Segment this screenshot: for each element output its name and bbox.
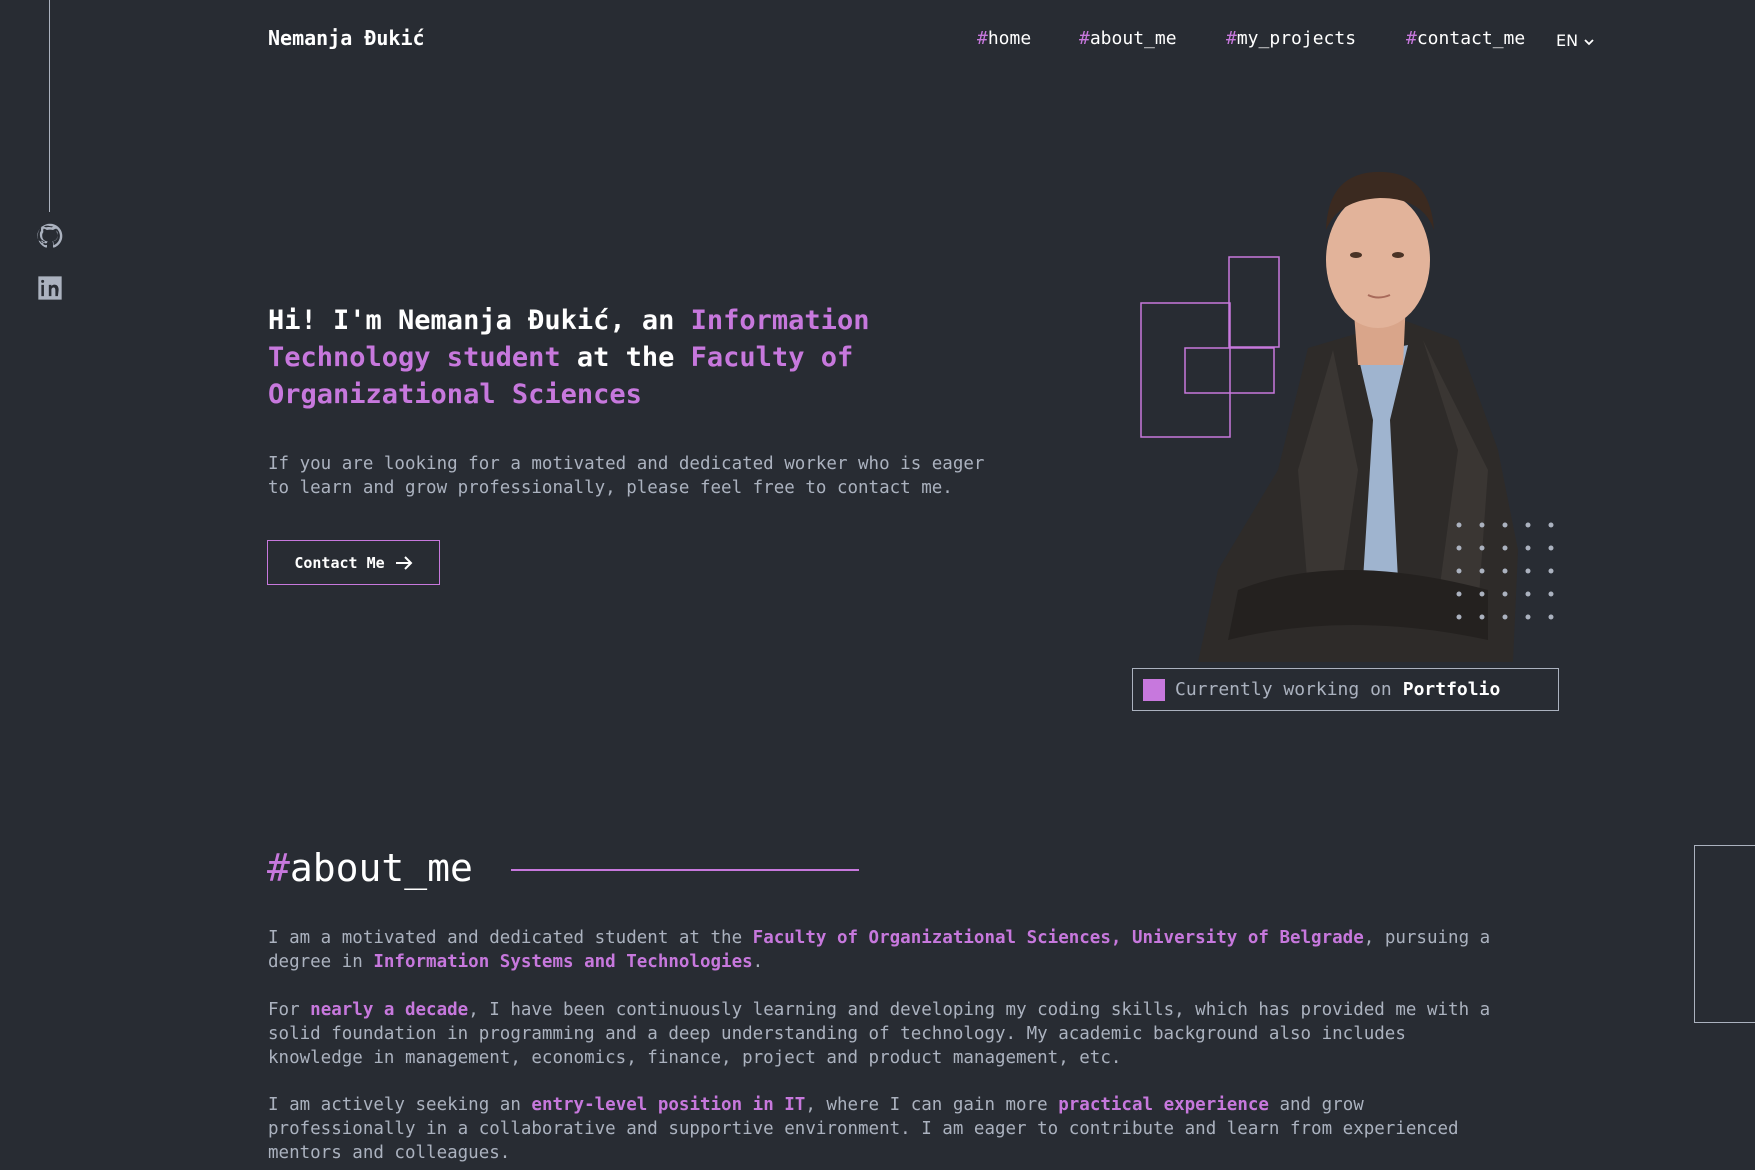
about-highlight: practical experience [1058, 1095, 1269, 1115]
contact-me-button[interactable]: Contact Me [267, 540, 440, 585]
about-text: , where I can gain more [805, 1095, 1059, 1115]
about-highlight: nearly a decade [310, 1000, 469, 1020]
nav-my-projects[interactable]: #my_projects [1226, 28, 1356, 49]
hero-title: Hi! I'm Nemanja Đukić, an Information Te… [268, 302, 908, 413]
about-hash: # [267, 846, 290, 890]
about-highlight: entry-level position in IT [531, 1095, 806, 1115]
language-label: EN [1556, 31, 1579, 50]
status-badge: Currently working on Portfolio [1132, 668, 1559, 711]
about-title-text: about_me [289, 846, 473, 890]
nav-hash: # [1406, 28, 1417, 49]
about-text: I am a motivated and dedicated student a… [268, 928, 753, 948]
nav-label: about_me [1089, 28, 1177, 49]
about-paragraph: I am actively seeking an entry-level pos… [268, 1093, 1498, 1165]
status-project: Portfolio [1402, 679, 1501, 700]
nav-hash: # [1079, 28, 1090, 49]
decorative-rectangle [1694, 845, 1755, 1023]
nav-label: my_projects [1236, 28, 1357, 49]
hero-title-part: Hi! I'm Nemanja Đukić, an [268, 305, 691, 336]
linkedin-icon[interactable] [36, 274, 64, 302]
about-paragraph: I am a motivated and dedicated student a… [268, 926, 1498, 974]
nav-home[interactable]: #home [977, 28, 1031, 49]
github-icon[interactable] [36, 222, 64, 250]
nav-hash: # [977, 28, 988, 49]
about-highlight: Faculty of Organizational Sciences, Univ… [752, 928, 1364, 948]
about-section-title: #about_me [267, 846, 473, 890]
about-divider [511, 869, 859, 871]
about-text: . [752, 952, 764, 972]
about-highlight: Information Systems and Technologies [373, 952, 753, 972]
site-logo[interactable]: Nemanja Đukić [268, 26, 425, 50]
language-select[interactable]: EN [1556, 31, 1595, 50]
about-text: I am actively seeking an [268, 1095, 532, 1115]
sidebar-line [49, 0, 50, 212]
nav-hash: # [1226, 28, 1237, 49]
about-paragraph: For nearly a decade, I have been continu… [268, 998, 1498, 1070]
hero-title-part: at the [560, 342, 691, 373]
status-square-icon [1143, 678, 1165, 701]
status-prefix: Currently working on [1175, 679, 1392, 700]
nav-about-me[interactable]: #about_me [1079, 28, 1177, 49]
hero-subtitle: If you are looking for a motivated and d… [268, 454, 985, 498]
arrow-right-icon [395, 555, 413, 570]
nav-contact-me[interactable]: #contact_me [1406, 28, 1525, 49]
decorative-dots [1456, 522, 1554, 620]
about-text: For [268, 1000, 311, 1020]
chevron-down-icon [1584, 38, 1594, 45]
nav-label: contact_me [1416, 28, 1526, 49]
nav-label: home [987, 28, 1032, 49]
contact-me-label: Contact Me [294, 553, 385, 572]
